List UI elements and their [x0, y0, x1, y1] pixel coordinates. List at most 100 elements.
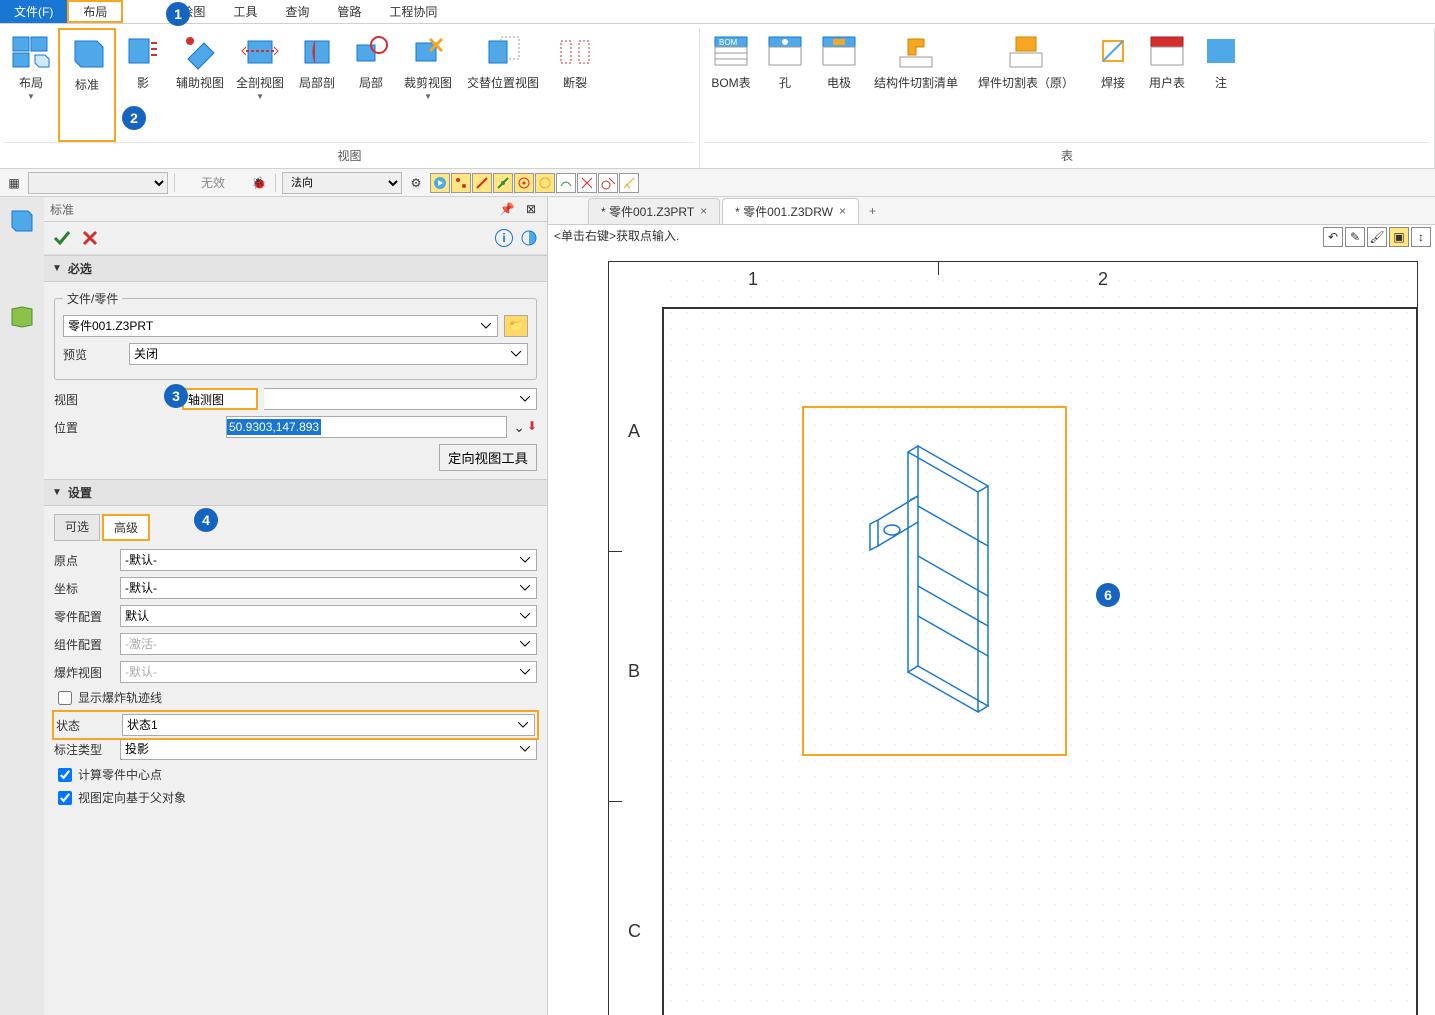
- chevron-down-icon: ▼: [256, 92, 264, 101]
- snap-play-icon[interactable]: [430, 173, 450, 193]
- col-label-1: 1: [748, 269, 758, 290]
- right-side: * 零件001.Z3PRT × * 零件001.Z3DRW × + <单击右键>…: [548, 197, 1435, 1015]
- tab-advanced[interactable]: 高级: [102, 514, 150, 541]
- snap-quad-icon[interactable]: [535, 173, 555, 193]
- ribbon-standard[interactable]: 标准: [58, 28, 116, 142]
- add-tab-button[interactable]: +: [861, 202, 884, 220]
- pin-icon[interactable]: 📌: [497, 199, 517, 219]
- part-config-label: 零件配置: [54, 608, 114, 625]
- ribbon-weldcut[interactable]: 焊件切割表（原）: [966, 28, 1086, 142]
- ribbon-note[interactable]: 注: [1194, 28, 1248, 142]
- settings-tabs: 可选 高级 4: [54, 514, 537, 541]
- doc-tab-part[interactable]: * 零件001.Z3PRT ×: [588, 198, 720, 224]
- calc-center-checkbox[interactable]: [58, 768, 72, 782]
- pencil-icon[interactable]: ✎: [1345, 227, 1365, 247]
- ribbon-local[interactable]: 局部: [344, 28, 398, 142]
- block-icon[interactable]: ▣: [1389, 227, 1409, 247]
- view-select-ext[interactable]: [264, 388, 537, 410]
- main-area: 标准 📌 ⊠ i ▼ 必选 文件/零件: [0, 197, 1435, 1015]
- snap-end-icon[interactable]: [472, 173, 492, 193]
- part-file-select[interactable]: 零件001.Z3PRT: [63, 315, 498, 337]
- direction-combo[interactable]: 法向: [282, 172, 402, 194]
- expand-icon[interactable]: ⌄: [513, 419, 525, 436]
- secondary-toolbar: ▦ 无效 🐞 法向 ⚙: [0, 169, 1435, 197]
- info-icon[interactable]: i: [495, 229, 513, 247]
- badge-1: 1: [166, 2, 190, 26]
- menu-piping[interactable]: 管路: [323, 0, 375, 23]
- menu-file[interactable]: 文件(F): [0, 0, 67, 23]
- gear-icon[interactable]: ⚙: [406, 173, 426, 193]
- menu-query[interactable]: 查询: [271, 0, 323, 23]
- menu-collab[interactable]: 工程协同: [375, 0, 451, 23]
- undo-view-icon[interactable]: ↶: [1323, 227, 1343, 247]
- menu-layout[interactable]: 布局: [67, 0, 123, 23]
- section-required[interactable]: ▼ 必选: [44, 255, 547, 282]
- ribbon-break[interactable]: 断裂: [548, 28, 602, 142]
- badge-2: 2: [122, 106, 146, 130]
- position-input[interactable]: 50.9303,147.893: [226, 416, 507, 438]
- origin-select[interactable]: -默认-: [120, 549, 537, 571]
- axis-icon[interactable]: ↕: [1411, 227, 1431, 247]
- preview-select[interactable]: 关闭: [129, 343, 528, 365]
- section-settings[interactable]: ▼ 设置: [44, 479, 547, 506]
- show-trace-checkbox[interactable]: [58, 691, 72, 705]
- brush-icon[interactable]: 🖌: [1367, 227, 1387, 247]
- chevron-down-icon: ▼: [424, 92, 432, 101]
- ribbon-usertable[interactable]: 用户表: [1140, 28, 1194, 142]
- orient-tool-button[interactable]: 定向视图工具: [439, 444, 537, 471]
- ribbon-fullsection[interactable]: 全剖视图 ▼: [230, 28, 290, 142]
- browse-folder-button[interactable]: 📁: [504, 315, 528, 337]
- dim-type-select[interactable]: 投影: [120, 738, 537, 760]
- menu-tools[interactable]: 工具: [219, 0, 271, 23]
- bug-icon[interactable]: 🐞: [249, 173, 269, 193]
- state-select[interactable]: 状态1: [122, 714, 535, 736]
- half-icon[interactable]: [517, 226, 541, 250]
- snap-int-icon[interactable]: [577, 173, 597, 193]
- menubar: 文件(F) 布局 1 绘图 工具 查询 管路 工程协同: [0, 0, 1435, 24]
- panel-tab-sheet-icon[interactable]: [4, 203, 40, 239]
- ribbon-localsection[interactable]: 局部剖: [290, 28, 344, 142]
- snap-point-icon[interactable]: [451, 173, 471, 193]
- ribbon-weldlist[interactable]: 结构件切割清单: [866, 28, 966, 142]
- close-icon[interactable]: ×: [700, 204, 707, 218]
- doc-tab-drw[interactable]: * 零件001.Z3DRW ×: [722, 198, 859, 224]
- ribbon-layout[interactable]: 布局 ▼: [4, 28, 58, 142]
- download-icon[interactable]: ⬇: [527, 419, 537, 436]
- asm-config-label: 组件配置: [54, 636, 114, 653]
- close-panel-icon[interactable]: ⊠: [521, 199, 541, 219]
- close-icon[interactable]: ×: [839, 204, 846, 218]
- filter-icon[interactable]: ▦: [4, 173, 24, 193]
- tab-optional[interactable]: 可选: [54, 514, 100, 541]
- doc-tabs: * 零件001.Z3PRT × * 零件001.Z3DRW × +: [548, 197, 1435, 225]
- asm-config-select[interactable]: -激活-: [120, 633, 537, 655]
- snap-mid-icon[interactable]: [493, 173, 513, 193]
- ok-icon[interactable]: [50, 226, 74, 250]
- ribbon-altpos[interactable]: 交替位置视图: [458, 28, 548, 142]
- coord-select[interactable]: -默认-: [120, 577, 537, 599]
- snap-tan-icon[interactable]: [598, 173, 618, 193]
- ribbon-crop[interactable]: 裁剪视图 ▼: [398, 28, 458, 142]
- panel-tab-book-icon[interactable]: [4, 299, 40, 335]
- ribbon-bom[interactable]: BOM BOM表: [704, 28, 758, 142]
- ribbon-electrode[interactable]: 电极: [812, 28, 866, 142]
- badge-6: 6: [1096, 583, 1120, 607]
- snap-center-icon[interactable]: [514, 173, 534, 193]
- part-config-select[interactable]: 默认: [120, 605, 537, 627]
- invalid-label: 无效: [181, 174, 245, 191]
- view-input[interactable]: [182, 388, 258, 410]
- snap-perp-icon[interactable]: [619, 173, 639, 193]
- explode-select[interactable]: -默认-: [120, 661, 537, 683]
- ribbon-hole[interactable]: 孔: [758, 28, 812, 142]
- orient-parent-checkbox[interactable]: [58, 791, 72, 805]
- left-tab-strip: [0, 197, 44, 1015]
- ribbon-auxview[interactable]: 辅助视图: [170, 28, 230, 142]
- canvas-hint: <单击右键>获取点输入.: [554, 227, 679, 244]
- chevron-down-icon: ▼: [27, 92, 35, 101]
- state-label: 状态: [56, 717, 116, 734]
- panel-title: 标准: [50, 201, 74, 218]
- filter-combo[interactable]: [28, 172, 168, 194]
- snap-near-icon[interactable]: [556, 173, 576, 193]
- ribbon-weld[interactable]: 焊接: [1086, 28, 1140, 142]
- cancel-icon[interactable]: [78, 226, 102, 250]
- canvas-area[interactable]: <单击右键>获取点输入. ↶ ✎ 🖌 ▣ ↕ 1 2 A B C: [548, 225, 1435, 1015]
